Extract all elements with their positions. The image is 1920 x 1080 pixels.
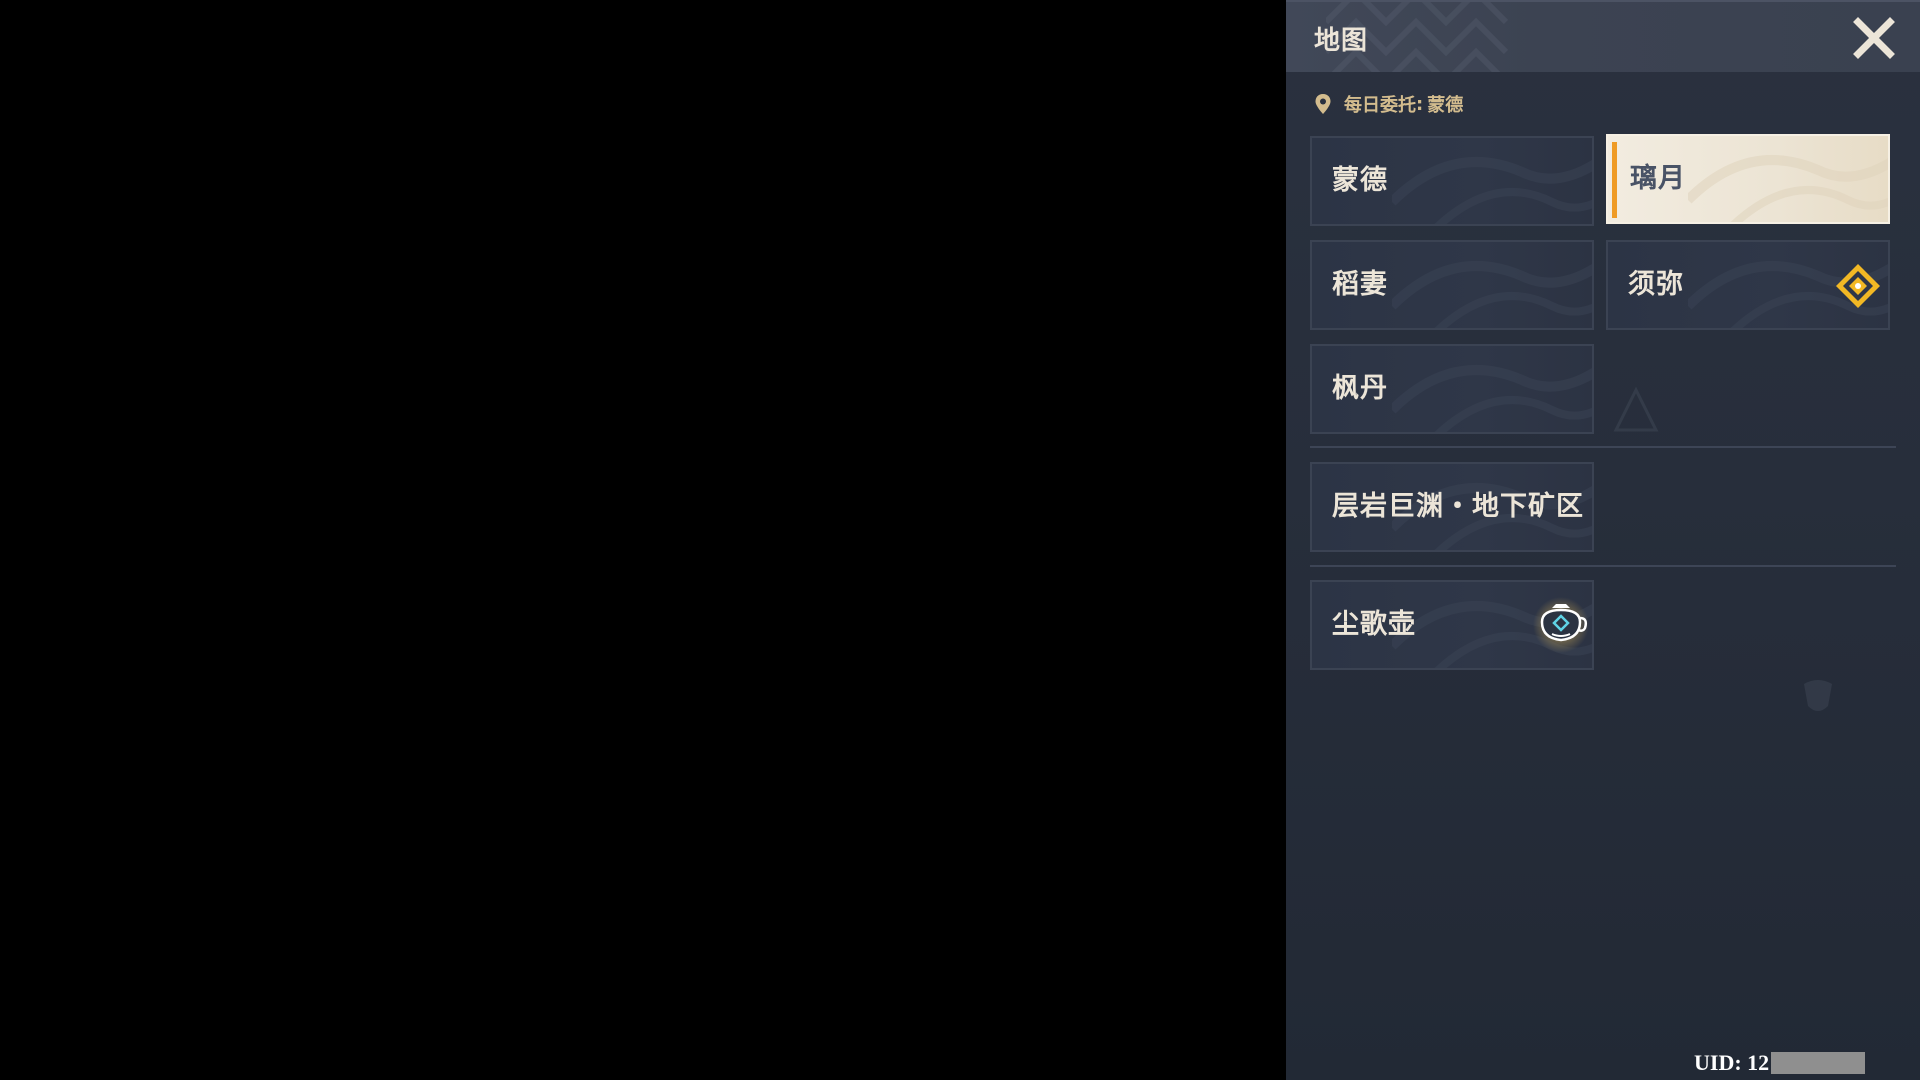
game-screen: 地图 每日委托 : 蒙德 蒙德 璃月 稻妻 须弥 枫丹 层岩巨渊・地下矿区 尘歌…: [0, 0, 1920, 1080]
button-ornament-icon: [1688, 155, 1888, 222]
commission-region: 蒙德: [1427, 95, 1464, 116]
region-button-serenitea-pot[interactable]: 尘歌壶: [1310, 580, 1594, 670]
commission-label: 每日委托: [1344, 95, 1416, 116]
close-icon[interactable]: [1852, 16, 1896, 60]
uid-label: UID: 12: [1694, 1050, 1866, 1076]
region-button-chasm-underground[interactable]: 层岩巨渊・地下矿区: [1310, 462, 1594, 552]
map-region-panel: 地图 每日委托 : 蒙德 蒙德 璃月 稻妻 须弥 枫丹 层岩巨渊・地下矿区 尘歌…: [1286, 0, 1920, 1080]
button-ornament-icon: [1392, 365, 1592, 432]
background-ornament-icon: [1804, 680, 1832, 711]
section-divider: [1310, 446, 1896, 448]
diamond-marker-icon: [1836, 264, 1880, 308]
button-ornament-icon: [1392, 261, 1592, 328]
panel-header: 地图: [1286, 0, 1920, 72]
map-view[interactable]: [0, 0, 1286, 1080]
region-button-mondstadt[interactable]: 蒙德: [1310, 136, 1594, 226]
teapot-icon: [1533, 597, 1589, 653]
region-label: 须弥: [1628, 269, 1684, 300]
section-divider: [1310, 565, 1896, 567]
region-label: 璃月: [1630, 163, 1686, 194]
background-ornament-icon: [1613, 386, 1659, 432]
region-button-fontaine[interactable]: 枫丹: [1310, 344, 1594, 434]
region-button-liyue[interactable]: 璃月: [1606, 134, 1890, 224]
panel-title: 地图: [1314, 26, 1369, 56]
location-pin-icon: [1315, 94, 1331, 114]
region-label: 层岩巨渊・地下矿区: [1332, 491, 1584, 522]
region-label: 蒙德: [1332, 165, 1388, 196]
uid-text: UID: 12: [1694, 1050, 1770, 1075]
commission-separator: :: [1416, 93, 1424, 115]
button-ornament-icon: [1392, 157, 1592, 224]
region-label: 稻妻: [1332, 269, 1388, 300]
selected-accent-bar: [1612, 142, 1617, 218]
region-label: 尘歌壶: [1332, 609, 1416, 640]
region-button-sumeru[interactable]: 须弥: [1606, 240, 1890, 330]
daily-commission: 每日委托 : 蒙德: [1314, 90, 1463, 118]
region-label: 枫丹: [1332, 373, 1388, 404]
region-button-inazuma[interactable]: 稻妻: [1310, 240, 1594, 330]
uid-redaction: [1771, 1052, 1866, 1074]
